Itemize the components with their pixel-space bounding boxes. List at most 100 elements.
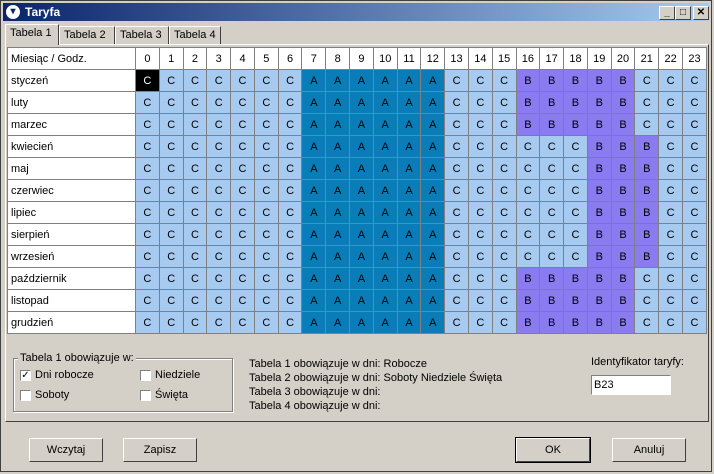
tariff-cell[interactable]: C xyxy=(182,289,208,312)
tariff-cell[interactable]: C xyxy=(444,201,469,224)
tariff-cell[interactable]: C xyxy=(277,245,303,268)
tariff-cell[interactable]: B xyxy=(586,245,612,268)
tariff-cell[interactable]: C xyxy=(182,245,208,268)
tariff-cell[interactable]: A xyxy=(420,223,446,246)
tariff-cell[interactable]: C xyxy=(681,157,708,180)
tariff-cell[interactable]: C xyxy=(467,245,493,268)
tariff-cell[interactable]: C xyxy=(158,157,184,180)
tariff-cell[interactable]: C xyxy=(230,201,255,224)
tariff-cell[interactable]: C xyxy=(658,179,683,202)
tariff-cell[interactable]: C xyxy=(539,201,565,224)
tariff-cell[interactable]: A xyxy=(301,267,327,290)
tariff-cell[interactable]: A xyxy=(420,289,446,312)
tariff-cell[interactable]: B xyxy=(610,91,636,114)
tariff-cell[interactable]: B xyxy=(586,113,612,136)
tariff-cell[interactable]: B xyxy=(515,267,541,290)
tariff-cell[interactable]: B xyxy=(634,223,660,246)
tariff-cell[interactable]: A xyxy=(372,91,398,114)
tariff-cell[interactable]: C xyxy=(491,135,517,158)
tariff-cell[interactable]: B xyxy=(610,113,636,136)
tariff-cell[interactable]: C xyxy=(253,69,279,92)
tariff-cell[interactable]: C xyxy=(515,245,541,268)
tariff-cell[interactable]: B xyxy=(539,289,565,312)
tariff-cell[interactable]: C xyxy=(182,69,208,92)
tariff-cell[interactable]: A xyxy=(420,135,446,158)
tariff-cell[interactable]: C xyxy=(135,157,160,180)
maximize-button[interactable]: □ xyxy=(675,6,691,20)
tariff-cell[interactable]: C xyxy=(206,91,232,114)
tariff-cell[interactable]: C xyxy=(135,267,160,290)
tariff-cell[interactable]: C xyxy=(681,245,708,268)
tariff-cell[interactable]: C xyxy=(206,69,232,92)
tariff-cell[interactable]: B xyxy=(586,289,612,312)
tariff-cell[interactable]: C xyxy=(253,245,279,268)
tariff-cell[interactable]: A xyxy=(325,179,351,202)
tariff-cell[interactable]: C xyxy=(681,223,708,246)
tariff-cell[interactable]: A xyxy=(301,223,327,246)
tariff-cell[interactable]: A xyxy=(325,91,351,114)
tariff-cell[interactable]: A xyxy=(372,267,398,290)
tariff-cell[interactable]: A xyxy=(396,311,422,334)
tariff-cell[interactable]: A xyxy=(349,157,374,180)
tariff-cell[interactable]: C xyxy=(135,91,160,114)
tariff-cell[interactable]: C xyxy=(158,113,184,136)
tariff-cell[interactable]: C xyxy=(182,179,208,202)
tariff-cell[interactable]: A xyxy=(396,267,422,290)
tariff-cell[interactable]: C xyxy=(681,113,708,136)
tariff-cell[interactable]: B xyxy=(634,245,660,268)
tariff-cell[interactable]: B xyxy=(610,311,636,334)
tariff-cell[interactable]: B xyxy=(539,113,565,136)
tariff-cell[interactable]: C xyxy=(681,91,708,114)
tariff-id-input[interactable] xyxy=(591,375,671,395)
tariff-cell[interactable]: C xyxy=(658,245,683,268)
tariff-cell[interactable]: C xyxy=(444,267,469,290)
tariff-cell[interactable]: C xyxy=(467,113,493,136)
tariff-cell[interactable]: C xyxy=(658,289,683,312)
tariff-cell[interactable]: B xyxy=(539,311,565,334)
tariff-cell[interactable]: C xyxy=(658,267,683,290)
tariff-cell[interactable]: A xyxy=(372,69,398,92)
tariff-cell[interactable]: C xyxy=(444,179,469,202)
tariff-cell[interactable]: A xyxy=(396,289,422,312)
tariff-cell[interactable]: C xyxy=(182,223,208,246)
tariff-cell[interactable]: C xyxy=(206,113,232,136)
tariff-cell[interactable]: C xyxy=(491,69,517,92)
tariff-cell[interactable]: C xyxy=(253,311,279,334)
tariff-cell[interactable]: C xyxy=(491,289,517,312)
tariff-cell[interactable]: B xyxy=(563,289,588,312)
tariff-cell[interactable]: B xyxy=(610,201,636,224)
tariff-cell[interactable]: C xyxy=(681,311,708,334)
tariff-cell[interactable]: A xyxy=(349,69,374,92)
tariff-cell[interactable]: A xyxy=(349,311,374,334)
checkbox-niedziele[interactable]: Niedziele xyxy=(140,369,200,381)
tariff-cell[interactable]: C xyxy=(491,157,517,180)
tariff-cell[interactable]: C xyxy=(206,289,232,312)
tariff-cell[interactable]: B xyxy=(586,157,612,180)
tariff-cell[interactable]: A xyxy=(372,179,398,202)
tariff-cell[interactable]: C xyxy=(206,311,232,334)
tariff-cell[interactable]: C xyxy=(182,201,208,224)
tariff-cell[interactable]: C xyxy=(467,157,493,180)
tariff-cell[interactable]: A xyxy=(420,311,446,334)
tariff-cell[interactable]: A xyxy=(396,157,422,180)
tariff-cell[interactable]: C xyxy=(277,267,303,290)
tariff-cell[interactable]: C xyxy=(658,311,683,334)
tariff-cell[interactable]: C xyxy=(539,135,565,158)
save-button[interactable]: Zapisz xyxy=(123,438,197,462)
tariff-cell[interactable]: C xyxy=(230,157,255,180)
tariff-cell[interactable]: C xyxy=(158,245,184,268)
tariff-cell[interactable]: C xyxy=(253,223,279,246)
tariff-cell[interactable]: A xyxy=(325,157,351,180)
tariff-cell[interactable]: C xyxy=(515,201,541,224)
tariff-cell[interactable]: A xyxy=(325,113,351,136)
tariff-cell[interactable]: C xyxy=(182,311,208,334)
tariff-cell[interactable]: B xyxy=(539,69,565,92)
tab-tabela-3[interactable]: Tabela 3 xyxy=(115,26,169,44)
tariff-cell[interactable]: C xyxy=(491,91,517,114)
tariff-cell[interactable]: B xyxy=(515,91,541,114)
tariff-cell[interactable]: C xyxy=(230,179,255,202)
checkbox-swieta[interactable]: Święta xyxy=(140,389,188,401)
load-button[interactable]: Wczytaj xyxy=(29,438,103,462)
tariff-cell[interactable]: A xyxy=(301,69,327,92)
tariff-cell[interactable]: C xyxy=(253,157,279,180)
